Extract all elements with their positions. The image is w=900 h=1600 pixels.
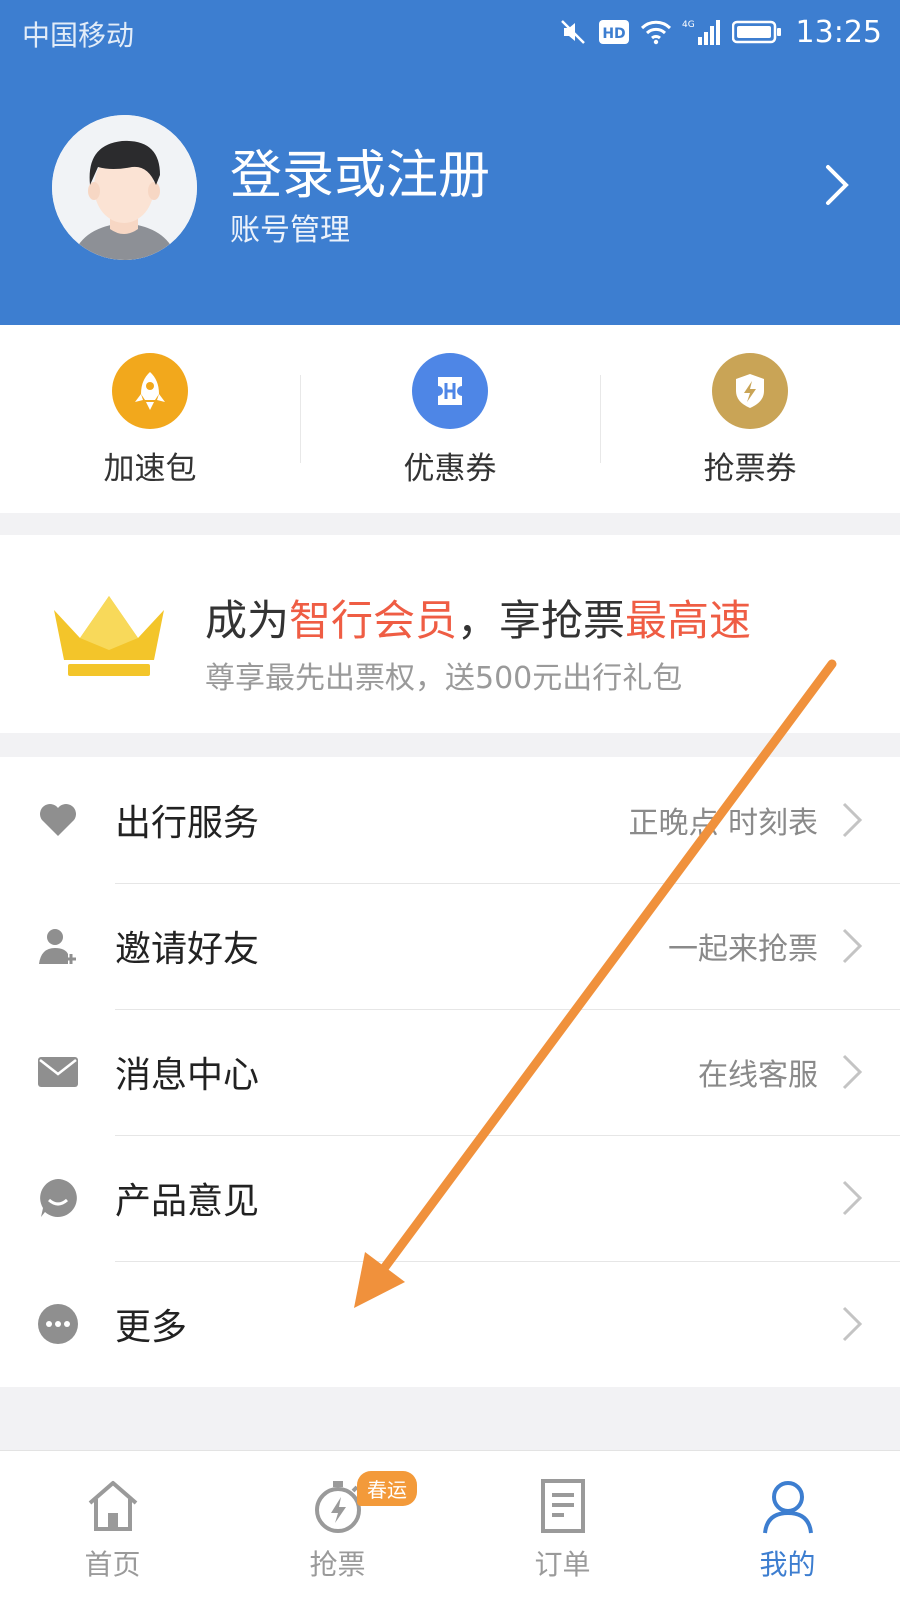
tab-home[interactable]: 首页 xyxy=(0,1451,225,1600)
quick-action-label: 抢票券 xyxy=(703,451,797,487)
tab-label: 我的 xyxy=(759,1548,816,1581)
default-avatar-icon xyxy=(52,115,197,260)
chevron-right-icon xyxy=(842,928,863,964)
feedback-icon xyxy=(36,1176,80,1220)
menu-item-message-center[interactable]: 消息中心 在线客服 xyxy=(0,1009,900,1135)
bottom-tab-bar: 首页 抢票 春运 订单 我的 xyxy=(0,1450,900,1600)
membership-subtitle: 尊享最先出票权，送500元出行礼包 xyxy=(205,661,683,696)
membership-highlight-name: 智行会员 xyxy=(289,596,458,645)
menu-item-more[interactable]: 更多 xyxy=(0,1261,900,1387)
chevron-right-icon xyxy=(842,1054,863,1090)
avatar[interactable] xyxy=(52,115,197,260)
chevron-right-icon[interactable] xyxy=(822,163,852,207)
quick-action-label: 优惠券 xyxy=(403,451,497,487)
chevron-right-icon xyxy=(842,802,863,838)
rocket-icon xyxy=(112,353,188,429)
menu-item-travel-service[interactable]: 出行服务 正晚点 时刻表 xyxy=(0,757,900,883)
add-user-icon xyxy=(36,924,80,968)
menu-value: 一起来抢票 xyxy=(668,932,818,967)
order-icon xyxy=(540,1479,585,1533)
tab-label: 首页 xyxy=(84,1548,141,1581)
membership-title-prefix: 成为 xyxy=(205,596,290,645)
status-bar: 中国移动 HD 4G 13:25 xyxy=(0,0,900,64)
mail-icon xyxy=(36,1050,80,1094)
tab-my-profile[interactable]: 我的 xyxy=(675,1451,900,1600)
menu-label: 消息中心 xyxy=(115,1055,260,1096)
membership-banner[interactable]: 成为智行会员，享抢票最高速 尊享最先出票权，送500元出行礼包 xyxy=(0,535,900,733)
menu-label: 产品意见 xyxy=(115,1181,260,1222)
user-icon xyxy=(762,1481,813,1534)
home-icon xyxy=(88,1481,137,1531)
menu-label: 出行服务 xyxy=(115,803,260,844)
quick-action-grab-ticket-voucher[interactable]: 抢票券 xyxy=(600,325,900,513)
menu-value: 正晚点 时刻表 xyxy=(628,806,818,841)
tab-orders[interactable]: 订单 xyxy=(450,1451,675,1600)
menu-item-invite-friends[interactable]: 邀请好友 一起来抢票 xyxy=(0,883,900,1009)
quick-action-coupon[interactable]: 优惠券 xyxy=(300,325,600,513)
wifi-icon xyxy=(640,19,672,45)
tab-grab-ticket[interactable]: 抢票 春运 xyxy=(225,1451,450,1600)
crown-icon xyxy=(54,596,164,676)
quick-action-speed-pack[interactable]: 加速包 xyxy=(0,325,300,513)
quick-action-label: 加速包 xyxy=(103,451,197,487)
status-icons: HD 4G 13:25 xyxy=(558,12,882,52)
membership-title-mid: ，享抢票 xyxy=(457,596,626,645)
menu-label: 更多 xyxy=(115,1307,188,1348)
chevron-right-icon xyxy=(842,1180,863,1216)
battery-icon xyxy=(731,19,782,45)
hd-icon: HD xyxy=(598,19,630,45)
clock: 13:25 xyxy=(795,14,882,50)
tab-label: 订单 xyxy=(534,1548,591,1581)
heart-icon xyxy=(36,798,80,842)
hd-text: HD xyxy=(602,26,625,42)
membership-title: 成为智行会员，享抢票最高速 xyxy=(205,587,751,648)
signal-icon: 4G xyxy=(682,17,722,47)
mute-icon xyxy=(558,17,588,47)
chevron-right-icon xyxy=(842,1306,863,1342)
quick-actions: 加速包 优惠券 抢票券 xyxy=(0,325,900,513)
shield-bolt-icon xyxy=(712,353,788,429)
ticket-icon xyxy=(412,353,488,429)
spring-festival-badge: 春运 xyxy=(357,1471,417,1506)
membership-highlight-speed: 最高速 xyxy=(625,596,752,645)
menu-value: 在线客服 xyxy=(698,1058,818,1093)
carrier-name: 中国移动 xyxy=(22,19,135,52)
account-management-label[interactable]: 账号管理 xyxy=(230,205,350,249)
more-icon xyxy=(36,1302,80,1346)
login-title[interactable]: 登录或注册 xyxy=(230,133,490,208)
tab-label: 抢票 xyxy=(309,1548,366,1581)
settings-menu: 出行服务 正晚点 时刻表 邀请好友 一起来抢票 消息中心 在线客服 产品意见 更… xyxy=(0,757,900,1387)
profile-header: 中国移动 HD 4G 13:25 登录或注册 账号管理 xyxy=(0,0,900,325)
login-entry[interactable]: 登录或注册 账号管理 xyxy=(52,115,852,260)
signal-type: 4G xyxy=(682,20,695,30)
menu-item-product-feedback[interactable]: 产品意见 xyxy=(0,1135,900,1261)
menu-label: 邀请好友 xyxy=(115,929,260,970)
